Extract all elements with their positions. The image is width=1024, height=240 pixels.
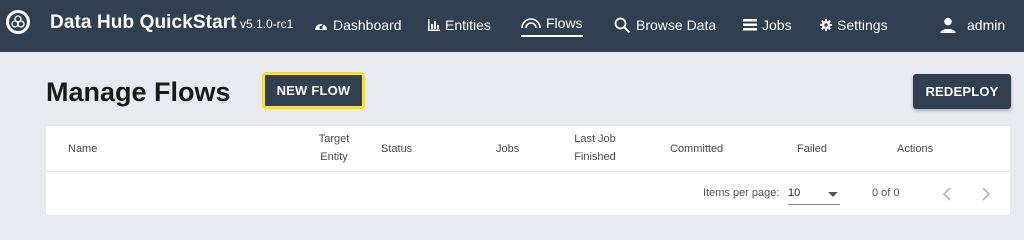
entities-icon — [428, 19, 440, 31]
chevron-right-icon — [982, 187, 991, 201]
nav-browse-data-label: Browse Data — [636, 17, 717, 33]
nav-flows-label: Flows — [546, 14, 583, 31]
column-header-target-entity-line2: Entity — [320, 151, 348, 163]
previous-page-button[interactable] — [939, 185, 957, 203]
nav-entities[interactable]: Entities — [428, 15, 491, 35]
column-header-status[interactable]: Status — [381, 140, 412, 158]
column-header-failed[interactable]: Failed — [797, 140, 827, 158]
column-header-target-entity-line1: Target — [318, 133, 350, 145]
chevron-left-icon — [942, 187, 951, 201]
redeploy-button[interactable]: REDEPLOY — [913, 74, 1011, 109]
top-navbar: Data Hub QuickStart v5.1.0-rc1 Dashboard… — [0, 0, 1024, 52]
user-icon — [940, 17, 956, 33]
items-per-page-value: 10 — [788, 187, 801, 199]
user-menu[interactable]: admin — [940, 15, 1005, 35]
nav-flows[interactable]: Flows — [521, 13, 583, 37]
column-header-actions: Actions — [897, 143, 934, 155]
dashboard-icon — [315, 23, 327, 30]
items-per-page-select[interactable]: 10 — [788, 181, 840, 205]
app-title[interactable]: Data Hub QuickStart — [50, 12, 237, 34]
nav-dashboard[interactable]: Dashboard — [314, 15, 402, 35]
column-header-name[interactable]: Name — [68, 140, 97, 158]
column-header-last-job-line2: Finished — [574, 151, 616, 163]
items-per-page-label: Items per page: — [703, 187, 780, 199]
column-header-last-job-finished[interactable]: Last Job Finished — [555, 130, 635, 166]
gear-icon — [820, 19, 832, 31]
new-flow-button[interactable]: NEW FLOW — [263, 73, 364, 108]
table-header: Name Target Entity Status Jobs Last Job … — [46, 126, 1010, 172]
nav-browse-data[interactable]: Browse Data — [614, 15, 716, 35]
table-paginator: Items per page: 10 0 of 0 — [46, 173, 1010, 215]
app-logo-icon[interactable] — [6, 10, 30, 34]
column-header-last-job-line1: Last Job — [574, 133, 616, 145]
user-name: admin — [967, 17, 1006, 33]
column-header-target-entity[interactable]: Target Entity — [294, 130, 374, 166]
next-page-button[interactable] — [976, 185, 994, 203]
nav-settings[interactable]: Settings — [820, 15, 888, 35]
app-version: v5.1.0-rc1 — [240, 17, 294, 31]
page-title: Manage Flows — [46, 77, 231, 107]
page-range-label: 0 of 0 — [872, 187, 900, 199]
column-header-jobs[interactable]: Jobs — [496, 140, 519, 158]
nav-jobs-label: Jobs — [762, 17, 792, 33]
flows-icon — [521, 17, 541, 28]
search-icon — [614, 17, 631, 33]
nav-dashboard-label: Dashboard — [333, 17, 402, 33]
chevron-down-icon — [828, 192, 838, 197]
nav-jobs[interactable]: Jobs — [743, 15, 792, 35]
column-header-committed[interactable]: Committed — [670, 140, 723, 158]
jobs-icon — [743, 19, 757, 31]
nav-entities-label: Entities — [445, 17, 491, 33]
flows-table: Name Target Entity Status Jobs Last Job … — [46, 126, 1010, 215]
nav-settings-label: Settings — [837, 17, 888, 33]
